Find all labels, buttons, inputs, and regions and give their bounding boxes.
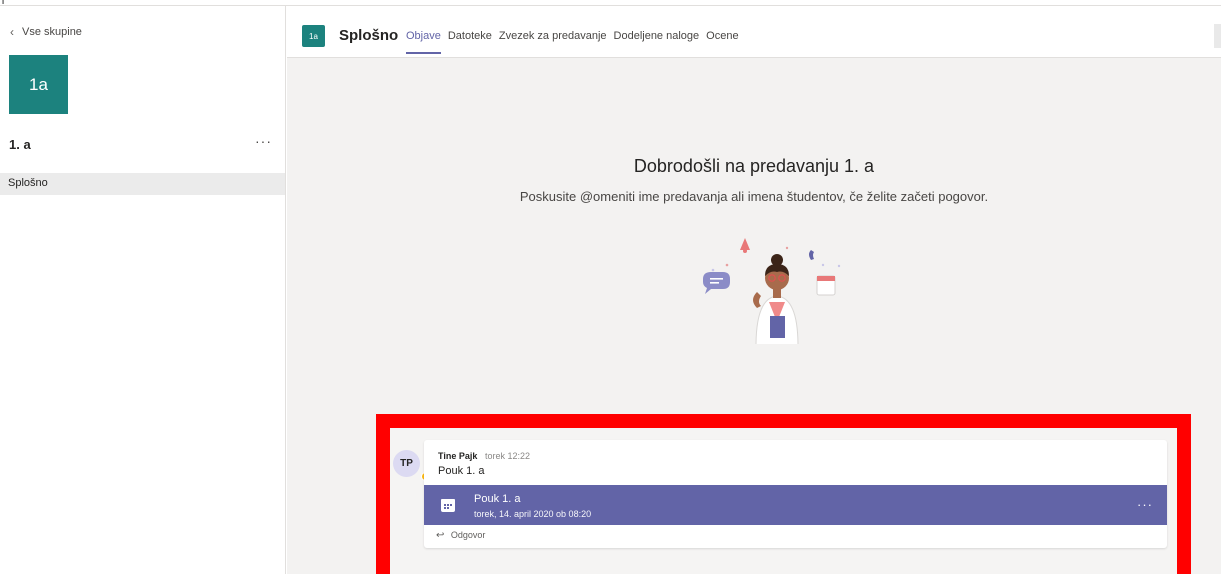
channel-tabs: Objave Datoteke Zvezek za predavanje Dod… — [406, 30, 746, 54]
reply-label: Odgovor — [450, 530, 486, 540]
tab-assignments[interactable]: Dodeljene naloge — [614, 30, 700, 54]
message-author[interactable]: Tine Pajk — [438, 451, 477, 461]
tab-posts[interactable]: Objave — [406, 30, 441, 54]
sidebar: ‹ Vse skupine 1a 1. a ··· Splošno — [0, 6, 286, 574]
tab-grades[interactable]: Ocene — [706, 30, 738, 54]
reply-button[interactable]: ↩ Odgovor — [436, 530, 485, 541]
channel-icon: 1a — [302, 25, 325, 47]
message-timestamp: torek 12:22 — [485, 451, 531, 461]
team-name: 1. a — [9, 137, 31, 152]
highlighted-message-region: TP Tine Pajk torek 12:22 Pouk 1. a Pouk … — [376, 414, 1191, 574]
meeting-more-icon[interactable]: ··· — [1137, 497, 1153, 512]
back-label: Vse skupine — [22, 26, 82, 38]
welcome-subtitle: Poskusite @omeniti ime predavanja ali im… — [519, 189, 989, 204]
meeting-card[interactable]: Pouk 1. a torek, 14. april 2020 ob 08:20… — [424, 485, 1167, 525]
tab-files[interactable]: Datoteke — [448, 30, 492, 54]
calendar-icon — [441, 499, 455, 512]
header-right-control[interactable] — [1214, 24, 1221, 48]
channel-header: 1a Splošno Objave Datoteke Zvezek za pre… — [287, 6, 1221, 58]
meeting-date: torek, 14. april 2020 ob 08:20 — [474, 509, 592, 519]
chevron-left-icon: ‹ — [10, 25, 14, 39]
meeting-title: Pouk 1. a — [474, 493, 521, 505]
conversation-area: Dobrodošli na predavanju 1. a Poskusite … — [287, 58, 1221, 574]
reply-arrow-icon: ↩ — [436, 530, 445, 541]
message-card: Tine Pajk torek 12:22 Pouk 1. a Pouk 1. … — [424, 440, 1167, 548]
channel-title: Splošno — [339, 27, 399, 44]
tab-class-notebook[interactable]: Zvezek za predavanje — [499, 30, 607, 54]
team-avatar-tile[interactable]: 1a — [9, 55, 68, 114]
avatar[interactable]: TP — [393, 450, 420, 477]
more-options-icon[interactable]: ··· — [255, 133, 272, 149]
sidebar-channel-general[interactable]: Splošno — [0, 173, 285, 195]
message-text: Pouk 1. a — [438, 465, 485, 477]
welcome-title: Dobrodošli na predavanju 1. a — [633, 156, 875, 176]
welcome-illustration — [703, 238, 841, 344]
back-to-teams-link[interactable]: ‹ Vse skupine — [10, 25, 82, 39]
